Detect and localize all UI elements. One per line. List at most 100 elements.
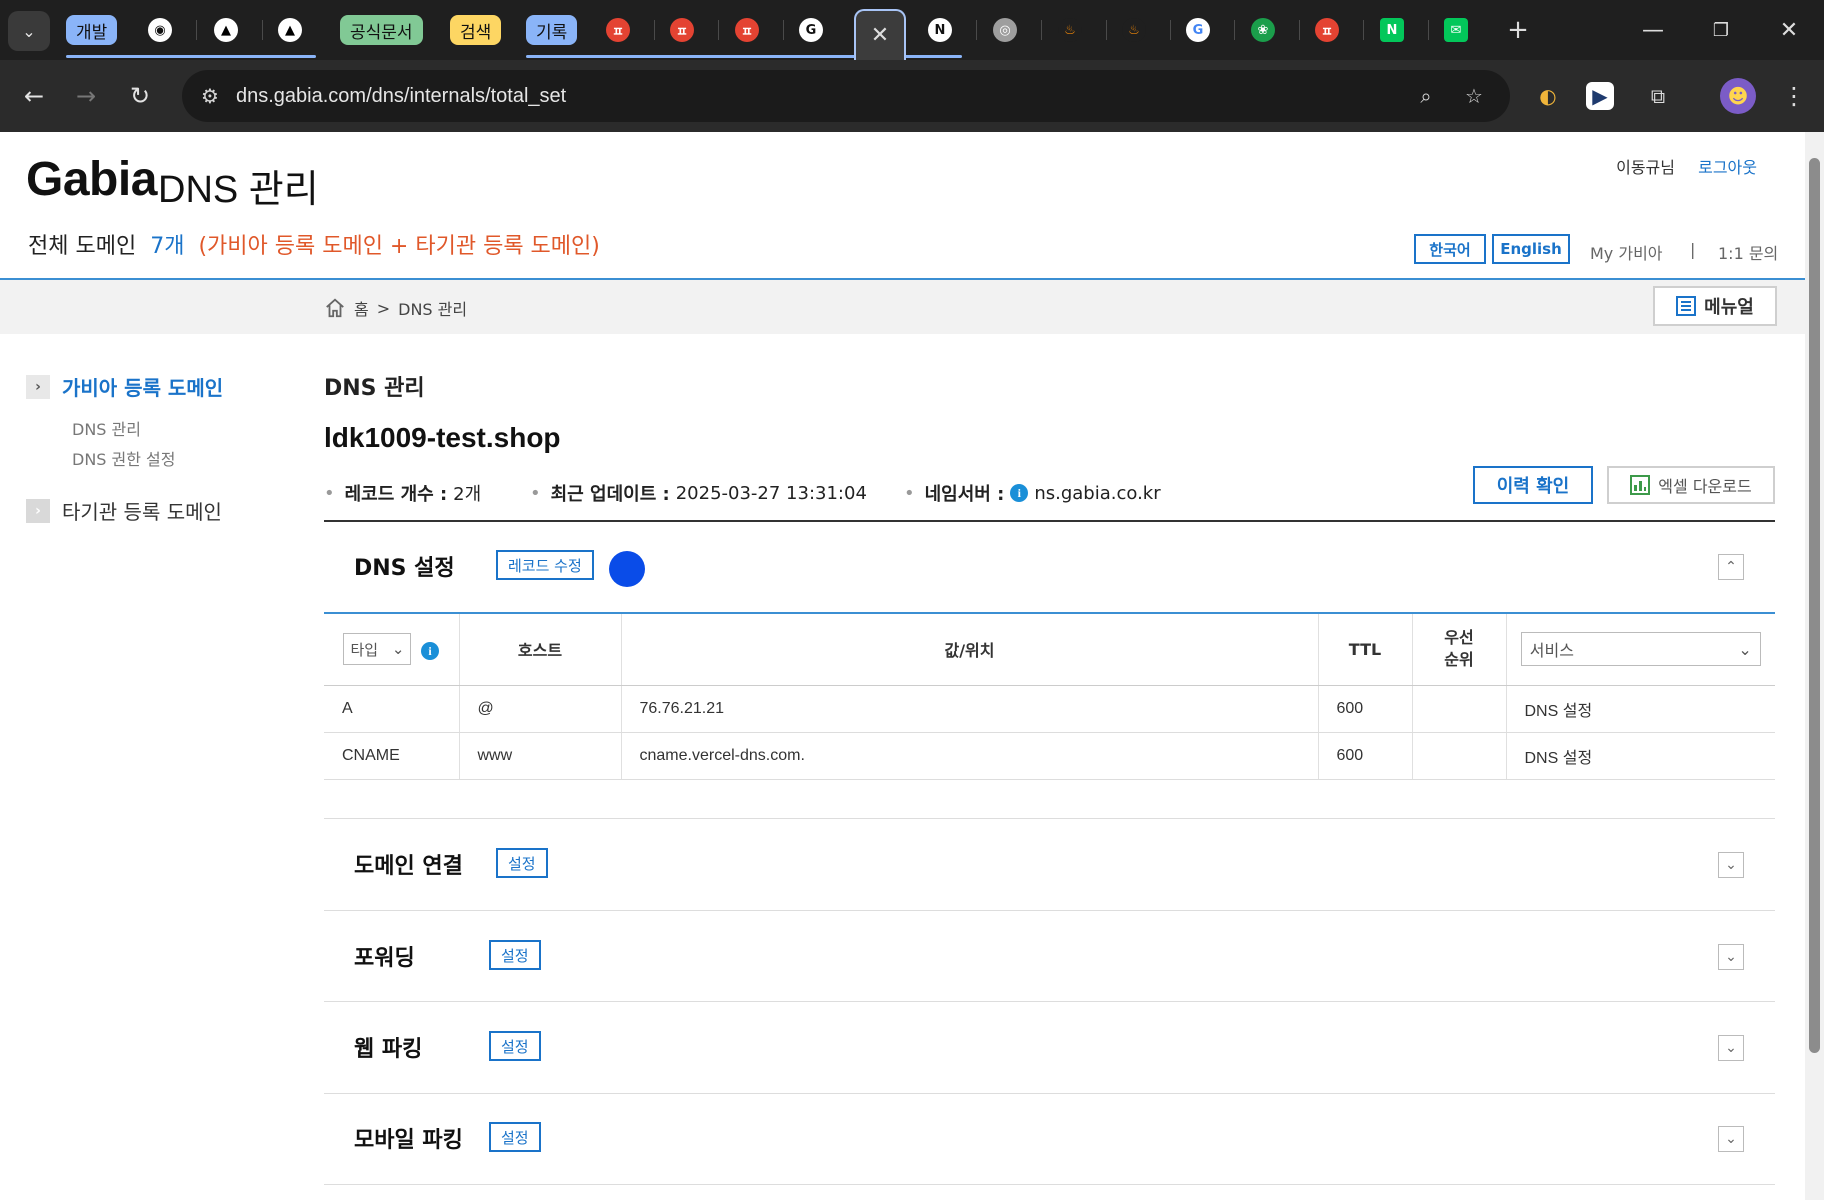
excel-download-label: 엑셀 다운로드: [1658, 477, 1752, 496]
type-filter-select[interactable]: 타입 ⌄: [343, 633, 412, 666]
tab-group-records[interactable]: 기록: [526, 15, 578, 45]
chevron-up-icon[interactable]: ⌃: [1718, 554, 1744, 580]
chevron-down-icon[interactable]: ⌄: [1718, 1126, 1744, 1152]
forwarding-settings-button[interactable]: 설정: [489, 940, 541, 970]
edit-records-button[interactable]: 레코드 수정: [496, 550, 594, 580]
tab[interactable]: ✉: [1438, 0, 1474, 60]
sidebar-sub-dns-permission[interactable]: DNS 권한 설정: [72, 446, 176, 470]
tab[interactable]: ㅍ: [729, 0, 765, 60]
column-host: 호스트: [458, 612, 621, 686]
domain-connect-title: 도메인 연결: [354, 854, 463, 879]
todoist-icon: ㅍ: [670, 18, 694, 42]
tab-group-dev[interactable]: 개발: [66, 15, 118, 45]
tab[interactable]: ㅍ: [664, 0, 700, 60]
tab[interactable]: N: [922, 0, 958, 60]
browser-menu-icon[interactable]: ⋮: [1776, 78, 1812, 114]
lang-english-button[interactable]: English: [1492, 234, 1570, 264]
tab[interactable]: ㅍ: [600, 0, 636, 60]
sidebar-item-gabia-domains[interactable]: › 가비아 등록 도메인: [26, 372, 223, 401]
tab[interactable]: ◎: [987, 0, 1023, 60]
logout-link[interactable]: 로그아웃: [1698, 154, 1757, 178]
tab-separator: [262, 20, 263, 40]
manual-button[interactable]: 메뉴얼: [1653, 286, 1777, 326]
bullet-icon: •: [324, 482, 335, 504]
web-parking-settings-button[interactable]: 설정: [489, 1031, 541, 1061]
record-service: DNS 설정: [1505, 685, 1775, 733]
table-header-row: 타입 ⌄ i 호스트 값/위치 TTL 우선 순위 서비스 ⌄: [324, 612, 1775, 686]
spring-icon: ❀: [1251, 18, 1275, 42]
bookmark-star-icon[interactable]: ☆: [1460, 82, 1488, 110]
record-service: DNS 설정: [1505, 732, 1775, 780]
info-icon[interactable]: i: [1010, 484, 1029, 502]
excel-download-button[interactable]: 엑셀 다운로드: [1607, 466, 1775, 504]
tab[interactable]: N: [1374, 0, 1410, 60]
reload-icon[interactable]: ↻: [118, 74, 162, 118]
notion-icon: N: [928, 18, 952, 42]
tab[interactable]: ♨: [1116, 0, 1152, 60]
scrollbar-thumb[interactable]: [1809, 158, 1820, 1053]
tab-group-label: 공식문서: [350, 22, 413, 43]
new-tab-plus-icon[interactable]: +: [1500, 0, 1536, 60]
nameserver-label: 네임서버 :: [924, 484, 1005, 505]
chevron-down-icon[interactable]: ⌄: [1718, 852, 1744, 878]
info-icon[interactable]: i: [421, 642, 440, 661]
browser-tab-bar: ⌄ 개발 ◉ ▲ ▲ 공식문서 검색 기록 ㅍ ㅍ ㅍ G ✕ N ◎ ♨ ♨ …: [0, 0, 1824, 60]
record-count-value: 2개: [453, 484, 482, 505]
mobile-parking-settings-button[interactable]: 설정: [489, 1122, 541, 1152]
page-scrollbar[interactable]: [1805, 132, 1824, 1200]
home-icon[interactable]: [324, 297, 346, 319]
tab[interactable]: ♨: [1052, 0, 1088, 60]
window-close-icon[interactable]: ✕: [1756, 0, 1822, 60]
sidebar-sub-dns-manage[interactable]: DNS 관리: [72, 416, 141, 440]
zoom-icon[interactable]: ⌕: [1412, 82, 1440, 110]
page-title: DNS 관리: [324, 376, 425, 401]
restore-icon[interactable]: ❐: [1688, 0, 1754, 60]
tab[interactable]: ◉: [142, 0, 178, 60]
address-bar[interactable]: ⚙ dns.gabia.com/dns/internals/total_set …: [182, 70, 1510, 122]
user-name: 이동규님: [1616, 158, 1675, 177]
tab[interactable]: ▲: [208, 0, 244, 60]
color-picker-extension-icon[interactable]: ◐: [1530, 78, 1566, 114]
my-gabia-link[interactable]: My 가비아: [1590, 240, 1663, 264]
bullet-icon: •: [904, 482, 915, 504]
tab[interactable]: ㅍ: [1309, 0, 1345, 60]
profile-avatar-icon[interactable]: ☻: [1720, 78, 1756, 114]
minimize-icon[interactable]: —: [1620, 0, 1686, 60]
lang-korean-button[interactable]: 한국어: [1414, 234, 1486, 264]
domain-connect-settings-button[interactable]: 설정: [496, 848, 548, 878]
table-row: CNAME www cname.vercel-dns.com. 600 DNS …: [324, 732, 1775, 780]
gabia-logo[interactable]: Gabia: [26, 152, 157, 207]
breadcrumb-home[interactable]: 홈: [354, 296, 369, 320]
page-content: Gabia DNS 관리 전체 도메인 7개 (가비아 등록 도메인 + 타기관 등…: [0, 132, 1805, 1200]
tab[interactable]: ▲: [272, 0, 308, 60]
tab-separator: [1170, 20, 1171, 40]
chevron-down-icon[interactable]: ⌄: [1718, 944, 1744, 970]
back-icon[interactable]: ←: [12, 74, 56, 118]
record-host: www: [458, 732, 621, 780]
tab-search-chevron-icon[interactable]: ⌄: [8, 11, 50, 51]
chevron-down-icon[interactable]: ⌄: [1718, 1035, 1744, 1061]
record-ttl: 600: [1317, 732, 1412, 780]
devtools-extension-icon[interactable]: ▶: [1586, 82, 1614, 110]
sidebar-item-other-domains[interactable]: › 타기관 등록 도메인: [26, 496, 222, 525]
active-tab-close-icon[interactable]: ✕: [854, 9, 906, 60]
tab-separator: [783, 20, 784, 40]
site-settings-icon[interactable]: ⚙: [196, 82, 224, 110]
tab[interactable]: G: [793, 0, 829, 60]
naver-icon: N: [1380, 18, 1404, 42]
url-text[interactable]: dns.gabia.com/dns/internals/total_set: [236, 85, 566, 108]
chevron-right-icon: ›: [26, 374, 50, 399]
chevron-down-icon: ⌄: [1738, 639, 1752, 659]
tab[interactable]: ❀: [1245, 0, 1281, 60]
document-list-icon: [1676, 296, 1697, 316]
tab-group-search[interactable]: 검색: [450, 15, 502, 45]
tab[interactable]: G: [1180, 0, 1216, 60]
forward-icon[interactable]: →: [64, 74, 108, 118]
extensions-puzzle-icon[interactable]: ⧉: [1640, 78, 1676, 114]
history-button[interactable]: 이력 확인: [1473, 466, 1593, 504]
gabia-g-icon: G: [799, 18, 823, 42]
todoist-icon: ㅍ: [1315, 18, 1339, 42]
tab-group-docs[interactable]: 공식문서: [340, 15, 423, 45]
inquiry-link[interactable]: 1:1 문의: [1718, 240, 1778, 264]
service-filter-select[interactable]: 서비스 ⌄: [1520, 632, 1761, 667]
